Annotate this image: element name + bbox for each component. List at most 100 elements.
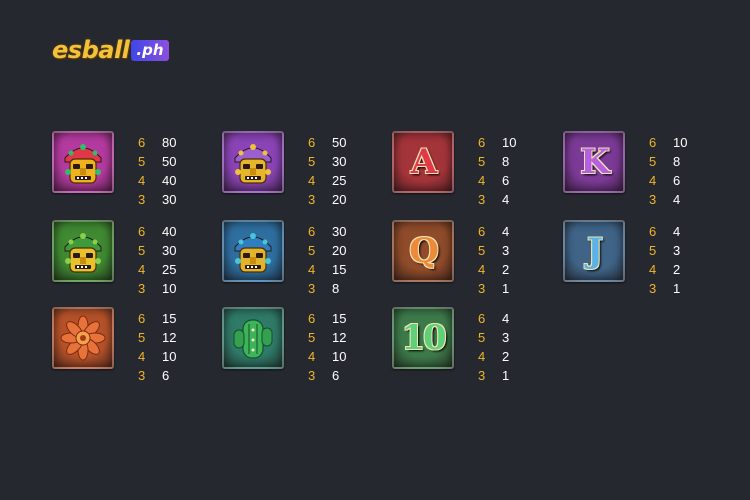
payout-row: 46: [649, 171, 729, 190]
payout-list: 6 80 5 50 4 40 3 30: [138, 133, 218, 209]
match-count: 4: [649, 173, 657, 188]
letter-q-glyph: Q: [409, 231, 439, 271]
match-count: 6: [308, 311, 316, 326]
payout-amount: 4: [673, 192, 681, 207]
match-count: 5: [649, 154, 657, 169]
payout-amount: 50: [162, 154, 177, 169]
letter-j-glyph: J: [586, 231, 603, 271]
payout-amount: 6: [332, 368, 340, 383]
paytable-entry-letter-a: A 6 10 5 8 4 6 3 4: [392, 131, 562, 207]
payout-row: 4 40: [138, 171, 218, 190]
payout-row: 5 30: [308, 152, 388, 171]
payout-row: 53: [478, 241, 558, 260]
payout-row: 53: [649, 241, 729, 260]
payout-amount: 40: [162, 173, 177, 188]
match-count: 3: [308, 368, 316, 383]
payout-amount: 1: [502, 368, 510, 383]
match-count: 6: [478, 135, 486, 150]
match-count: 5: [478, 330, 486, 345]
match-count: 3: [308, 281, 316, 296]
paytable-entry-green-cactus: 6 15 5 12 4 10 3 6: [222, 307, 392, 383]
payout-amount: 6: [673, 173, 681, 188]
match-count: 4: [478, 173, 486, 188]
match-count: 3: [478, 192, 486, 207]
match-count: 6: [478, 224, 486, 239]
match-count: 6: [478, 311, 486, 326]
letter-k-symbol-icon: K: [563, 131, 625, 193]
payout-amount: 10: [162, 281, 177, 296]
payout-list: 6 15 5 12 4 10 3 6: [308, 309, 388, 385]
payout-amount: 80: [162, 135, 177, 150]
payout-amount: 4: [502, 311, 510, 326]
payout-row: 53: [478, 328, 558, 347]
payout-row: 6 10: [478, 133, 558, 152]
match-count: 5: [478, 243, 486, 258]
match-count: 4: [138, 349, 146, 364]
payout-amount: 8: [673, 154, 681, 169]
match-count: 5: [308, 330, 316, 345]
payout-row: 64: [478, 309, 558, 328]
payout-list: 6 10 5 8 4 6 3 4: [478, 133, 558, 209]
payout-amount: 25: [332, 173, 347, 188]
payout-row: 64: [649, 222, 729, 241]
payout-amount: 20: [332, 243, 347, 258]
green-cactus-symbol-icon: [222, 307, 284, 369]
payout-amount: 15: [332, 311, 347, 326]
payout-amount: 30: [332, 224, 347, 239]
match-count: 3: [138, 368, 146, 383]
match-count: 3: [649, 281, 657, 296]
payout-row: 3 20: [308, 190, 388, 209]
payout-amount: 10: [502, 135, 517, 150]
payout-amount: 12: [162, 330, 177, 345]
payout-row: 6 30: [308, 222, 388, 241]
match-count: 6: [308, 135, 316, 150]
payout-amount: 10: [162, 349, 177, 364]
payout-row: 36: [308, 366, 388, 385]
payout-row: 58: [478, 152, 558, 171]
match-count: 4: [308, 262, 316, 277]
payout-row: 6 80: [138, 133, 218, 152]
payout-row: 46: [478, 171, 558, 190]
payout-row: 6 50: [308, 133, 388, 152]
payout-row: 42: [478, 347, 558, 366]
match-count: 6: [138, 224, 146, 239]
payout-row: 58: [649, 152, 729, 171]
payout-amount: 25: [162, 262, 177, 277]
letter-a-symbol-icon: A: [392, 131, 454, 193]
payout-row: 5 50: [138, 152, 218, 171]
payout-row: 4 10: [308, 347, 388, 366]
payout-row: 42: [649, 260, 729, 279]
paytable-entry-number-10: 10 6 4 5 3 4 2 3 1: [392, 307, 562, 383]
payout-row: 6 40: [138, 222, 218, 241]
payout-amount: 4: [502, 224, 510, 239]
payout-amount: 1: [502, 281, 510, 296]
payout-row: 6 10: [649, 133, 729, 152]
pink-mask-symbol-icon: [52, 131, 114, 193]
payout-amount: 4: [502, 192, 510, 207]
payout-row: 38: [308, 279, 388, 298]
match-count: 4: [478, 262, 486, 277]
match-count: 6: [308, 224, 316, 239]
number-10-glyph: 10: [401, 318, 446, 358]
payout-list: 64534231: [649, 222, 729, 298]
orange-flower-symbol-icon: [52, 307, 114, 369]
payout-amount: 30: [162, 243, 177, 258]
payout-row: 3 30: [138, 190, 218, 209]
match-count: 4: [649, 262, 657, 277]
payout-list: 6 50 5 30 4 25 3 20: [308, 133, 388, 209]
payout-row: 4 25: [138, 260, 218, 279]
match-count: 4: [478, 349, 486, 364]
paytable-grid: 6 80 5 50 4 40 3 30 6 50 5 30 4 25 3 20 A 6 10 5 8 4 6 3 4 K 6 10 5 8…: [0, 0, 750, 500]
number-10-symbol-icon: 10: [392, 307, 454, 369]
paytable-entry-purple-mask: 6 50 5 30 4 25 3 20: [222, 131, 392, 207]
payout-amount: 2: [502, 262, 510, 277]
match-count: 4: [308, 173, 316, 188]
paytable-entry-orange-flower: 6 15 5 12 4 10 3 6: [52, 307, 222, 383]
match-count: 6: [649, 224, 657, 239]
payout-row: 4 10: [138, 347, 218, 366]
match-count: 5: [138, 330, 146, 345]
letter-k-glyph: K: [580, 142, 610, 182]
paytable-entry-letter-j: J64534231: [563, 220, 733, 296]
payout-amount: 30: [332, 154, 347, 169]
purple-mask-symbol-icon: [222, 131, 284, 193]
